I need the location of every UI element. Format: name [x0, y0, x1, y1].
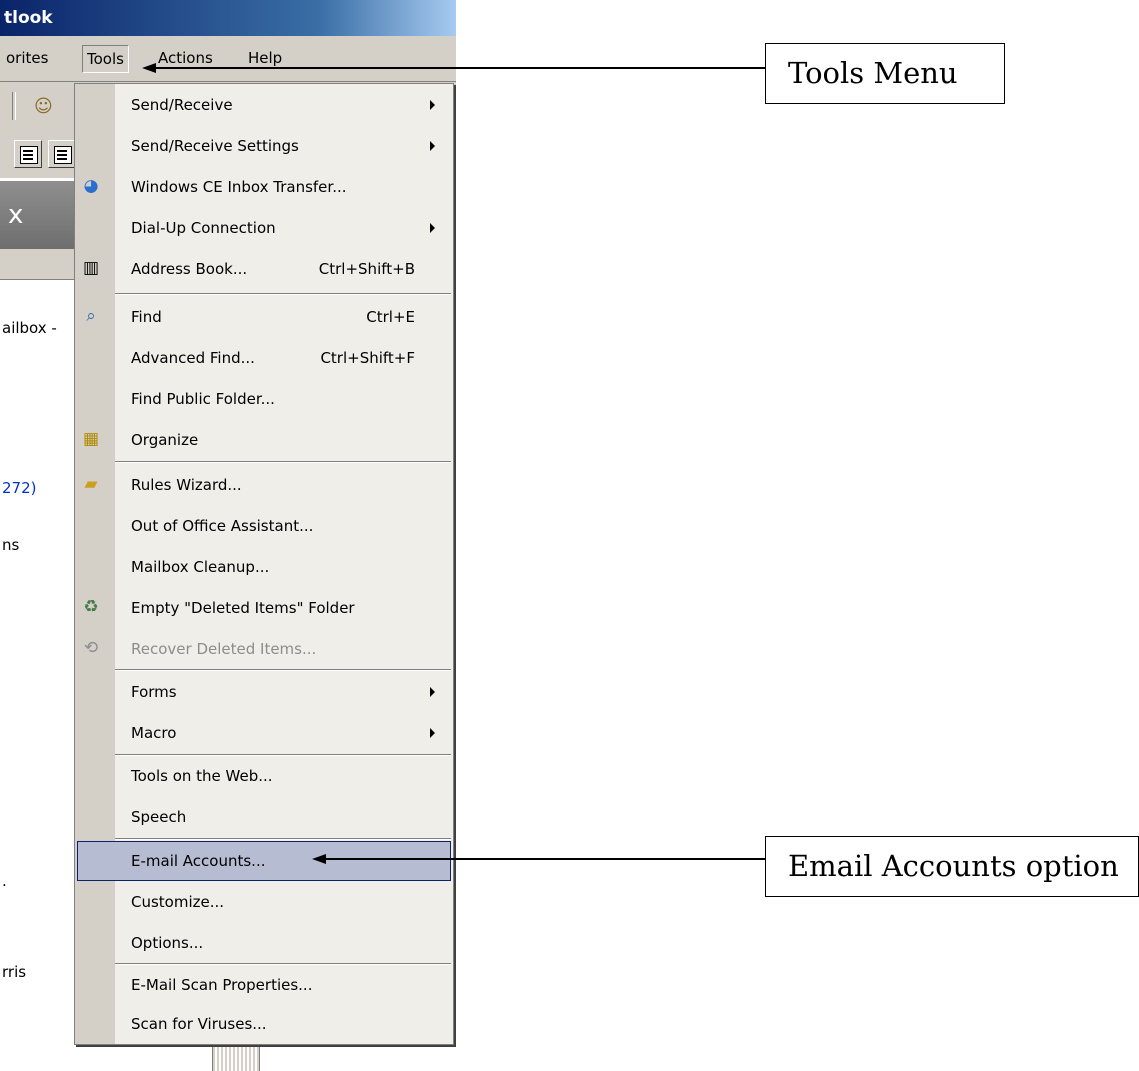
rules-wizard-icon: ▰	[84, 474, 98, 494]
menu-item-label: E-Mail Scan Properties...	[131, 976, 313, 994]
menu-item-shortcut: Ctrl+Shift+F	[320, 349, 415, 367]
menu-item-label: Organize	[131, 431, 199, 449]
menu-help[interactable]: Help	[248, 48, 282, 68]
toolbar-separator	[12, 92, 16, 120]
menu-item-label: Advanced Find...	[131, 349, 255, 367]
window-title: tlook	[0, 0, 456, 36]
menu-item-label: Forms	[131, 683, 177, 701]
menu-item-shortcut: Ctrl+E	[366, 308, 415, 326]
menu-item-label: Tools on the Web...	[131, 767, 273, 785]
tools-callout-line	[146, 67, 765, 69]
menu-item-email-accounts[interactable]: E-mail Accounts...	[77, 841, 451, 881]
trash-icon: ♻	[83, 597, 99, 617]
menu-item-recover-deleted-items: ⟲ Recover Deleted Items...	[75, 629, 453, 669]
people-icon[interactable]: ☺	[34, 96, 53, 117]
tools-menu-callout: Tools Menu	[765, 43, 1005, 104]
menu-item-customize[interactable]: Customize...	[75, 882, 453, 922]
menu-item-shortcut: Ctrl+Shift+B	[318, 260, 415, 278]
arrowhead-icon	[312, 854, 326, 864]
menu-favorites[interactable]: orites	[6, 48, 48, 68]
folder-items[interactable]: ns	[2, 536, 19, 554]
menu-item-label: Windows CE Inbox Transfer...	[131, 178, 347, 196]
folder-dot: .	[2, 872, 7, 890]
menu-item-label: Dial-Up Connection	[131, 219, 276, 237]
folder-mailbox[interactable]: ailbox -	[2, 319, 57, 337]
menu-item-scan-for-viruses[interactable]: Scan for Viruses...	[75, 1004, 453, 1044]
menu-item-send-receive[interactable]: Send/Receive	[75, 85, 453, 125]
menu-item-label: Customize...	[131, 893, 225, 911]
preview-pane-icon	[20, 146, 38, 164]
menu-item-macro[interactable]: Macro	[75, 713, 453, 753]
menu-item-label: Scan for Viruses...	[131, 1015, 267, 1033]
menu-item-out-of-office-assistant[interactable]: Out of Office Assistant...	[75, 506, 453, 546]
address-book-icon: ▥	[82, 258, 100, 278]
submenu-arrow-icon	[430, 100, 435, 110]
menu-separator	[115, 669, 451, 671]
menu-item-send-receive-settings[interactable]: Send/Receive Settings	[75, 126, 453, 166]
preview-pane-button[interactable]	[14, 140, 42, 168]
menu-tools[interactable]: Tools	[82, 45, 129, 73]
menu-item-forms[interactable]: Forms	[75, 672, 453, 712]
folder-contact[interactable]: rris	[2, 963, 26, 981]
email-accounts-callout: Email Accounts option	[765, 836, 1139, 897]
menu-item-mailbox-cleanup[interactable]: Mailbox Cleanup...	[75, 547, 453, 587]
menu-item-label: Find Public Folder...	[131, 390, 275, 408]
menu-separator	[115, 293, 451, 295]
submenu-arrow-icon	[430, 223, 435, 233]
menu-item-windows-ce-inbox-transfer[interactable]: ◕ Windows CE Inbox Transfer...	[75, 167, 453, 207]
email-callout-line	[316, 858, 765, 860]
menu-item-label: Rules Wizard...	[131, 476, 242, 494]
menu-item-options[interactable]: Options...	[75, 923, 453, 963]
menu-item-label: Out of Office Assistant...	[131, 517, 314, 535]
submenu-arrow-icon	[430, 141, 435, 151]
menu-item-organize[interactable]: ▦ Organize	[75, 420, 453, 460]
menu-item-advanced-find[interactable]: Advanced Find... Ctrl+Shift+F	[75, 338, 453, 378]
menu-bar: orites Tools Actions Help	[0, 36, 456, 82]
menu-separator	[115, 838, 451, 840]
menu-item-label: Empty "Deleted Items" Folder	[131, 599, 355, 617]
menu-item-label: Find	[131, 308, 162, 326]
menu-item-find[interactable]: ⌕ Find Ctrl+E	[75, 297, 453, 337]
menu-item-label: Speech	[131, 808, 187, 826]
windows-ce-icon: ◕	[83, 176, 99, 196]
tools-menu: Send/Receive Send/Receive Settings ◕ Win…	[74, 83, 454, 1045]
menu-item-email-scan-properties[interactable]: E-Mail Scan Properties...	[75, 965, 453, 1005]
menu-separator	[115, 461, 451, 463]
submenu-arrow-icon	[430, 687, 435, 697]
menu-item-speech[interactable]: Speech	[75, 797, 453, 837]
menu-item-dial-up-connection[interactable]: Dial-Up Connection	[75, 208, 453, 248]
arrowhead-icon	[142, 63, 156, 73]
menu-item-label: Mailbox Cleanup...	[131, 558, 270, 576]
menu-item-label: Address Book...	[131, 260, 248, 278]
menu-item-label: Macro	[131, 724, 177, 742]
recover-icon: ⟲	[83, 638, 99, 658]
auto-preview-icon	[54, 146, 72, 164]
folder-unread-count[interactable]: 272)	[2, 479, 36, 497]
menu-item-empty-deleted-items[interactable]: ♻ Empty "Deleted Items" Folder	[75, 588, 453, 628]
organize-icon: ▦	[82, 429, 100, 449]
menu-item-label: Send/Receive Settings	[131, 137, 299, 155]
submenu-arrow-icon	[430, 728, 435, 738]
menu-item-label: Recover Deleted Items...	[131, 640, 317, 658]
find-icon: ⌕	[86, 306, 96, 326]
menu-item-address-book[interactable]: ▥ Address Book... Ctrl+Shift+B	[75, 249, 453, 289]
auto-preview-button[interactable]	[48, 140, 76, 168]
menu-item-label: Options...	[131, 934, 204, 952]
menu-item-label: E-mail Accounts...	[131, 852, 266, 870]
menu-item-rules-wizard[interactable]: ▰ Rules Wizard...	[75, 465, 453, 505]
menu-item-find-public-folder[interactable]: Find Public Folder...	[75, 379, 453, 419]
menu-item-tools-on-the-web[interactable]: Tools on the Web...	[75, 756, 453, 796]
menu-actions[interactable]: Actions	[158, 48, 213, 68]
menu-item-label: Send/Receive	[131, 96, 233, 114]
